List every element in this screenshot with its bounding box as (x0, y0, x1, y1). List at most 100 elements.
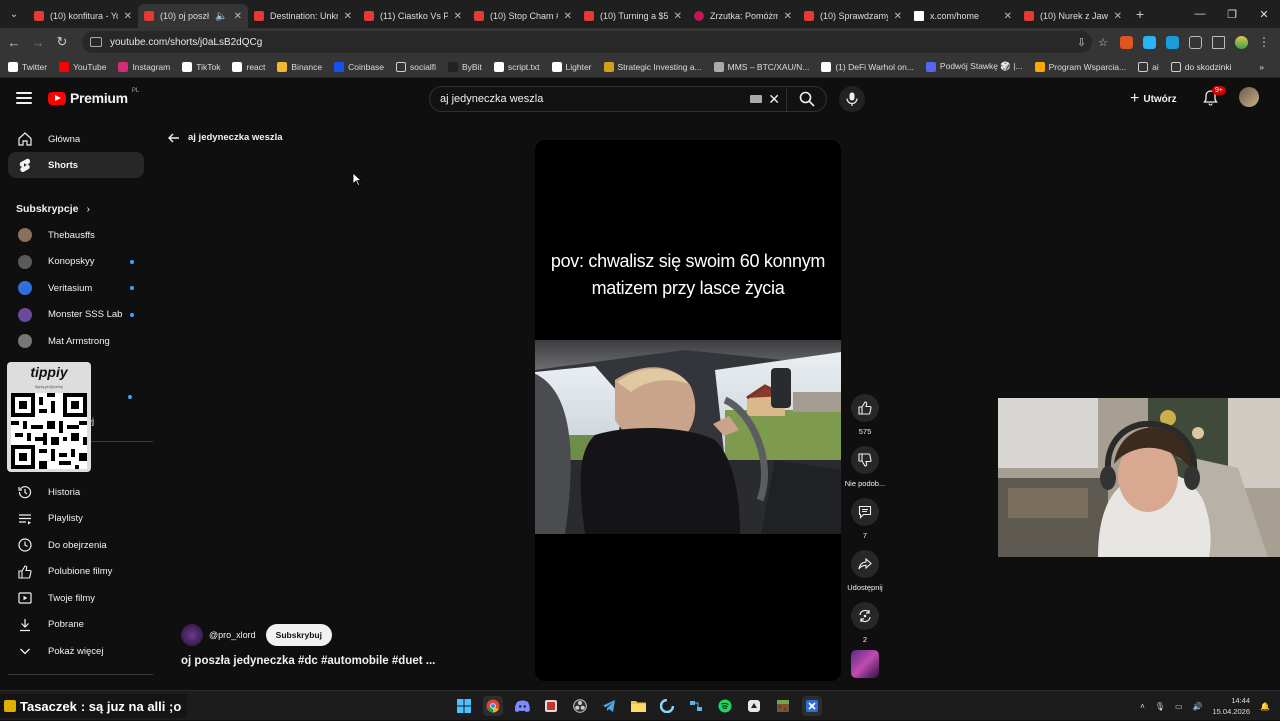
bookmark-item[interactable]: script.txt (493, 61, 540, 72)
sidebar-item-polubione-filmy[interactable]: Polubione filmy (8, 559, 144, 585)
close-tab-icon[interactable]: ✕ (894, 11, 902, 22)
create-button[interactable]: + Utwórz (1130, 90, 1177, 108)
discord-icon[interactable] (512, 696, 532, 716)
comments-button[interactable] (851, 498, 879, 526)
keyboard-icon[interactable] (750, 95, 762, 103)
reload-button[interactable]: ↻ (50, 34, 74, 50)
sound-thumbnail[interactable] (851, 650, 879, 678)
like-button[interactable] (851, 394, 879, 422)
extension-translate-icon[interactable] (1166, 35, 1179, 49)
voice-search-button[interactable] (839, 86, 865, 112)
bookmark-item[interactable]: Twitter (8, 61, 47, 72)
channel-name[interactable]: @pro_xlord (209, 630, 256, 640)
bookmark-star-icon[interactable]: ☆ (1098, 36, 1108, 49)
minecraft-icon[interactable] (773, 696, 793, 716)
close-tab-icon[interactable]: ✕ (784, 11, 792, 22)
close-window-button[interactable]: ✕ (1248, 8, 1280, 21)
minimize-button[interactable]: — (1184, 8, 1216, 20)
bookmark-item[interactable]: Lighter (551, 61, 592, 72)
search-input[interactable]: aj jedyneczka weszla ✕ (429, 86, 827, 112)
bookmark-item[interactable]: Strategic Investing a... (603, 61, 702, 72)
browser-tab[interactable]: (10) oj poszła 🔈 ✕ (138, 4, 248, 28)
browser-tab[interactable]: (10) Nurek z Jawo ✕ (1018, 4, 1128, 28)
new-tab-button[interactable]: + (1128, 6, 1152, 22)
back-to-search[interactable]: aj jedyneczka weszla (168, 132, 283, 143)
bookmark-item[interactable]: YouTube (59, 61, 106, 72)
close-tab-icon[interactable]: ✕ (1004, 11, 1012, 22)
remix-action[interactable]: 2 (843, 602, 887, 644)
spotify-icon[interactable] (715, 696, 735, 716)
browser-menu-icon[interactable]: ⋮ (1258, 35, 1270, 49)
browser-tab[interactable]: (10) Turning a $5 ✕ (578, 4, 688, 28)
back-nav-button[interactable]: ← (2, 35, 26, 50)
subscribe-button[interactable]: Subskrybuj (265, 624, 332, 646)
close-tab-icon[interactable]: ✕ (124, 11, 132, 22)
browser-tab[interactable]: (11) Ciastko Vs Pi ✕ (358, 4, 468, 28)
browser-tab[interactable]: (10) Sprawdzamy ✕ (798, 4, 908, 28)
share-action[interactable]: Udostępnij (843, 550, 887, 592)
profile-icon[interactable] (1235, 35, 1248, 49)
maximize-button[interactable]: ❐ (1216, 8, 1248, 21)
telegram-icon[interactable] (599, 696, 619, 716)
bookmark-item[interactable]: MMS – BTC/XAU/N... (713, 61, 809, 72)
bookmark-item[interactable]: Podwój Stawkę 🎲 |... (925, 61, 1023, 72)
clear-search-icon[interactable]: ✕ (768, 91, 780, 108)
close-tab-icon[interactable]: ✕ (674, 11, 682, 22)
dislike-button[interactable] (851, 446, 879, 474)
bookmark-item[interactable]: Program Wsparcia... (1034, 61, 1126, 72)
subscriptions-heading[interactable]: Subskrypcje › (16, 203, 90, 215)
tab-search-button[interactable]: ⌄ (0, 0, 28, 28)
bookmark-item[interactable]: (1) DeFi Warhol on... (821, 61, 914, 72)
tray-chevron-icon[interactable]: ˄ (1140, 702, 1145, 711)
network-app-icon[interactable] (686, 696, 706, 716)
obs-icon[interactable] (570, 696, 590, 716)
browser-tab[interactable]: x.com/home ✕ (908, 4, 1018, 28)
sidebar-subscription[interactable]: Veritasium (8, 275, 144, 301)
sidebar-item-home[interactable]: Główna (8, 126, 144, 152)
bookmark-item[interactable]: Coinbase (334, 61, 384, 72)
browser-tab[interactable]: (10) konfitura - Yo ✕ (28, 4, 138, 28)
bookmark-item[interactable]: react (232, 61, 265, 72)
app-red-icon[interactable] (541, 696, 561, 716)
sidebar-subscription[interactable]: Monster SSS Lab (8, 302, 144, 328)
sidebar-subscription[interactable]: Thebausffs (8, 222, 144, 248)
extension-fox-icon[interactable] (1120, 35, 1133, 49)
close-tab-icon[interactable]: ✕ (344, 11, 352, 22)
sidebar-subscription[interactable]: Konopskyy (8, 249, 144, 275)
sidebar-item-historia[interactable]: Historia (8, 479, 144, 505)
like-action[interactable]: 575 (843, 394, 887, 436)
video-title[interactable]: oj poszła jedyneczka #dc #automobile #du… (181, 655, 435, 667)
remix-button[interactable] (851, 602, 879, 630)
bookmark-item[interactable]: ai (1138, 61, 1159, 72)
speaker-icon[interactable]: 🔊 (1193, 702, 1203, 711)
channel-avatar[interactable] (181, 624, 203, 646)
tray-mic-icon[interactable]: 🎙 (1155, 702, 1165, 711)
tab-list-icon[interactable] (1212, 35, 1225, 49)
windows-start-icon[interactable] (454, 696, 474, 716)
sidebar-item-pobrane[interactable]: Pobrane (8, 612, 144, 638)
notification-center-icon[interactable]: 🔔 (1260, 702, 1270, 711)
close-tab-icon[interactable]: ✕ (234, 11, 242, 22)
sidebar-item-do-obejrzenia[interactable]: Do obejrzenia (8, 532, 144, 558)
bookmark-item[interactable]: ByBit (448, 61, 482, 72)
sidebar-item-shorts[interactable]: Shorts (8, 152, 144, 178)
steam-alt-icon[interactable] (744, 696, 764, 716)
forward-nav-button[interactable]: → (26, 35, 50, 50)
account-avatar[interactable] (1239, 87, 1259, 107)
share-button[interactable] (851, 550, 879, 578)
bookmark-item[interactable]: do skodzinki (1170, 61, 1232, 72)
notifications-button[interactable]: 9+ (1203, 86, 1226, 111)
system-clock[interactable]: 14:44 15.04.2026 (1212, 695, 1250, 717)
address-bar[interactable]: youtube.com/shorts/j0aLsB2dQCg (82, 31, 1092, 53)
youtube-logo[interactable]: Premium PL (48, 88, 139, 106)
dislike-action[interactable]: Nie podob... (843, 446, 887, 488)
sidebar-item-pokaż-więcej[interactable]: Pokaż więcej (8, 638, 144, 664)
search-button[interactable] (786, 86, 826, 112)
browser-tab[interactable]: Destination: Unkn ✕ (248, 4, 358, 28)
tab-audio-icon[interactable]: 🔈 (215, 11, 227, 22)
shorts-video-player[interactable]: pov: chwalisz się swoim 60 konnym matize… (535, 140, 841, 681)
bookmark-item[interactable]: Binance (277, 61, 322, 72)
browser-tab[interactable]: Zrzutka: Pomóżm ✕ (688, 4, 798, 28)
close-tab-icon[interactable]: ✕ (1114, 11, 1122, 22)
active-app-icon[interactable] (802, 696, 822, 716)
